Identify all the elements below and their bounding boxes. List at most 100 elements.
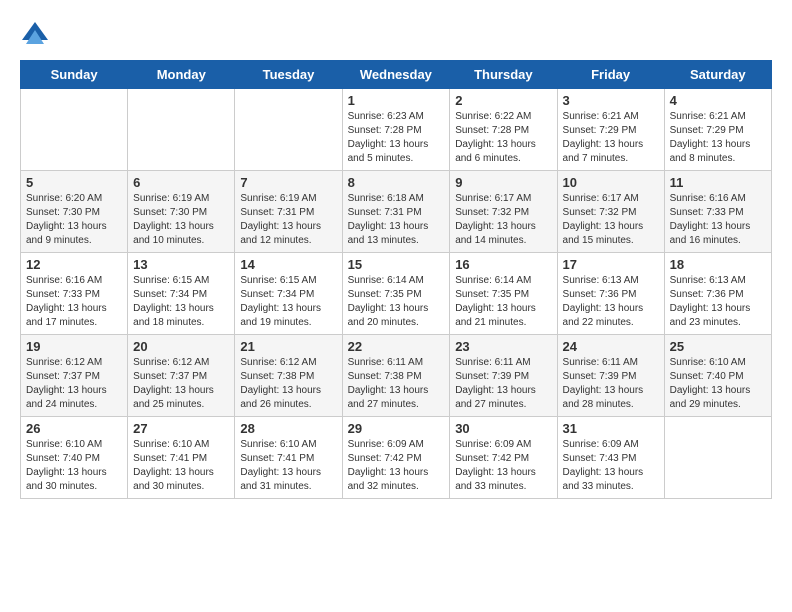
day-info: Sunrise: 6:11 AMSunset: 7:39 PMDaylight:…	[563, 356, 659, 412]
day-number: 1	[348, 93, 445, 108]
calendar-week: 5 Sunrise: 6:20 AMSunset: 7:30 PMDaylight…	[21, 171, 772, 253]
day-info: Sunrise: 6:10 AMSunset: 7:40 PMDaylight:…	[670, 356, 766, 412]
calendar-cell: 16 Sunrise: 6:14 AMSunset: 7:35 PMDayligh…	[450, 253, 557, 335]
day-number: 20	[133, 339, 229, 354]
day-info: Sunrise: 6:19 AMSunset: 7:30 PMDaylight:…	[133, 192, 229, 248]
day-info: Sunrise: 6:11 AMSunset: 7:38 PMDaylight:…	[348, 356, 445, 412]
weekday-header: Monday	[128, 61, 235, 89]
day-info: Sunrise: 6:19 AMSunset: 7:31 PMDaylight:…	[240, 192, 336, 248]
day-number: 2	[455, 93, 551, 108]
day-number: 5	[26, 175, 122, 190]
calendar-cell: 30 Sunrise: 6:09 AMSunset: 7:42 PMDayligh…	[450, 417, 557, 499]
day-number: 4	[670, 93, 766, 108]
calendar-cell: 3 Sunrise: 6:21 AMSunset: 7:29 PMDaylight…	[557, 89, 664, 171]
day-number: 28	[240, 421, 336, 436]
weekday-header: Sunday	[21, 61, 128, 89]
calendar-cell: 22 Sunrise: 6:11 AMSunset: 7:38 PMDayligh…	[342, 335, 450, 417]
logo	[20, 20, 54, 50]
calendar-cell: 6 Sunrise: 6:19 AMSunset: 7:30 PMDaylight…	[128, 171, 235, 253]
day-number: 25	[670, 339, 766, 354]
page-header	[20, 20, 772, 50]
day-info: Sunrise: 6:21 AMSunset: 7:29 PMDaylight:…	[563, 110, 659, 166]
calendar-cell: 15 Sunrise: 6:14 AMSunset: 7:35 PMDayligh…	[342, 253, 450, 335]
day-number: 3	[563, 93, 659, 108]
calendar-cell: 11Sunrise: 6:16 AMSunset: 7:33 PMDayligh…	[664, 171, 771, 253]
calendar-cell	[235, 89, 342, 171]
day-number: 27	[133, 421, 229, 436]
day-number: 13	[133, 257, 229, 272]
calendar-cell: 17Sunrise: 6:13 AMSunset: 7:36 PMDayligh…	[557, 253, 664, 335]
weekday-header: Tuesday	[235, 61, 342, 89]
day-info: Sunrise: 6:12 AMSunset: 7:37 PMDaylight:…	[26, 356, 122, 412]
day-number: 24	[563, 339, 659, 354]
day-info: Sunrise: 6:14 AMSunset: 7:35 PMDaylight:…	[455, 274, 551, 330]
calendar-cell: 27 Sunrise: 6:10 AMSunset: 7:41 PMDayligh…	[128, 417, 235, 499]
day-info: Sunrise: 6:15 AMSunset: 7:34 PMDaylight:…	[133, 274, 229, 330]
day-number: 18	[670, 257, 766, 272]
calendar-cell: 19 Sunrise: 6:12 AMSunset: 7:37 PMDayligh…	[21, 335, 128, 417]
calendar: SundayMondayTuesdayWednesdayThursdayFrid…	[20, 60, 772, 499]
day-info: Sunrise: 6:14 AMSunset: 7:35 PMDaylight:…	[348, 274, 445, 330]
calendar-cell: 12Sunrise: 6:16 AMSunset: 7:33 PMDayligh…	[21, 253, 128, 335]
day-number: 15	[348, 257, 445, 272]
day-info: Sunrise: 6:10 AMSunset: 7:41 PMDaylight:…	[240, 438, 336, 494]
calendar-cell	[21, 89, 128, 171]
day-number: 9	[455, 175, 551, 190]
day-info: Sunrise: 6:09 AMSunset: 7:42 PMDaylight:…	[348, 438, 445, 494]
calendar-cell: 9 Sunrise: 6:17 AMSunset: 7:32 PMDaylight…	[450, 171, 557, 253]
day-number: 7	[240, 175, 336, 190]
day-number: 31	[563, 421, 659, 436]
day-info: Sunrise: 6:13 AMSunset: 7:36 PMDaylight:…	[670, 274, 766, 330]
day-info: Sunrise: 6:11 AMSunset: 7:39 PMDaylight:…	[455, 356, 551, 412]
weekday-header: Saturday	[664, 61, 771, 89]
day-number: 10	[563, 175, 659, 190]
day-info: Sunrise: 6:17 AMSunset: 7:32 PMDaylight:…	[455, 192, 551, 248]
calendar-cell: 23 Sunrise: 6:11 AMSunset: 7:39 PMDayligh…	[450, 335, 557, 417]
day-info: Sunrise: 6:15 AMSunset: 7:34 PMDaylight:…	[240, 274, 336, 330]
day-info: Sunrise: 6:17 AMSunset: 7:32 PMDaylight:…	[563, 192, 659, 248]
day-info: Sunrise: 6:16 AMSunset: 7:33 PMDaylight:…	[670, 192, 766, 248]
calendar-week: 19 Sunrise: 6:12 AMSunset: 7:37 PMDayligh…	[21, 335, 772, 417]
day-number: 23	[455, 339, 551, 354]
day-number: 22	[348, 339, 445, 354]
calendar-cell: 14 Sunrise: 6:15 AMSunset: 7:34 PMDayligh…	[235, 253, 342, 335]
calendar-week: 26 Sunrise: 6:10 AMSunset: 7:40 PMDayligh…	[21, 417, 772, 499]
day-number: 16	[455, 257, 551, 272]
calendar-cell: 18 Sunrise: 6:13 AMSunset: 7:36 PMDayligh…	[664, 253, 771, 335]
calendar-cell: 8 Sunrise: 6:18 AMSunset: 7:31 PMDaylight…	[342, 171, 450, 253]
day-number: 26	[26, 421, 122, 436]
day-info: Sunrise: 6:20 AMSunset: 7:30 PMDaylight:…	[26, 192, 122, 248]
day-info: Sunrise: 6:23 AMSunset: 7:28 PMDaylight:…	[348, 110, 445, 166]
calendar-cell: 4Sunrise: 6:21 AMSunset: 7:29 PMDaylight…	[664, 89, 771, 171]
calendar-cell: 28 Sunrise: 6:10 AMSunset: 7:41 PMDayligh…	[235, 417, 342, 499]
calendar-cell: 21 Sunrise: 6:12 AMSunset: 7:38 PMDayligh…	[235, 335, 342, 417]
day-info: Sunrise: 6:09 AMSunset: 7:43 PMDaylight:…	[563, 438, 659, 494]
calendar-cell: 13 Sunrise: 6:15 AMSunset: 7:34 PMDayligh…	[128, 253, 235, 335]
calendar-cell	[664, 417, 771, 499]
weekday-header: Wednesday	[342, 61, 450, 89]
logo-icon	[20, 20, 50, 50]
day-info: Sunrise: 6:10 AMSunset: 7:40 PMDaylight:…	[26, 438, 122, 494]
day-info: Sunrise: 6:09 AMSunset: 7:42 PMDaylight:…	[455, 438, 551, 494]
calendar-cell: 29 Sunrise: 6:09 AMSunset: 7:42 PMDayligh…	[342, 417, 450, 499]
day-number: 14	[240, 257, 336, 272]
calendar-cell: 7 Sunrise: 6:19 AMSunset: 7:31 PMDaylight…	[235, 171, 342, 253]
calendar-cell: 5 Sunrise: 6:20 AMSunset: 7:30 PMDaylight…	[21, 171, 128, 253]
day-info: Sunrise: 6:22 AMSunset: 7:28 PMDaylight:…	[455, 110, 551, 166]
day-info: Sunrise: 6:10 AMSunset: 7:41 PMDaylight:…	[133, 438, 229, 494]
calendar-cell: 20Sunrise: 6:12 AMSunset: 7:37 PMDayligh…	[128, 335, 235, 417]
day-info: Sunrise: 6:12 AMSunset: 7:38 PMDaylight:…	[240, 356, 336, 412]
day-number: 21	[240, 339, 336, 354]
calendar-cell	[128, 89, 235, 171]
calendar-cell: 31 Sunrise: 6:09 AMSunset: 7:43 PMDayligh…	[557, 417, 664, 499]
day-number: 29	[348, 421, 445, 436]
day-number: 6	[133, 175, 229, 190]
calendar-cell: 26 Sunrise: 6:10 AMSunset: 7:40 PMDayligh…	[21, 417, 128, 499]
calendar-week: 1 Sunrise: 6:23 AMSunset: 7:28 PMDaylight…	[21, 89, 772, 171]
day-number: 19	[26, 339, 122, 354]
day-info: Sunrise: 6:18 AMSunset: 7:31 PMDaylight:…	[348, 192, 445, 248]
day-number: 30	[455, 421, 551, 436]
day-number: 8	[348, 175, 445, 190]
weekday-header: Thursday	[450, 61, 557, 89]
calendar-cell: 2 Sunrise: 6:22 AMSunset: 7:28 PMDaylight…	[450, 89, 557, 171]
